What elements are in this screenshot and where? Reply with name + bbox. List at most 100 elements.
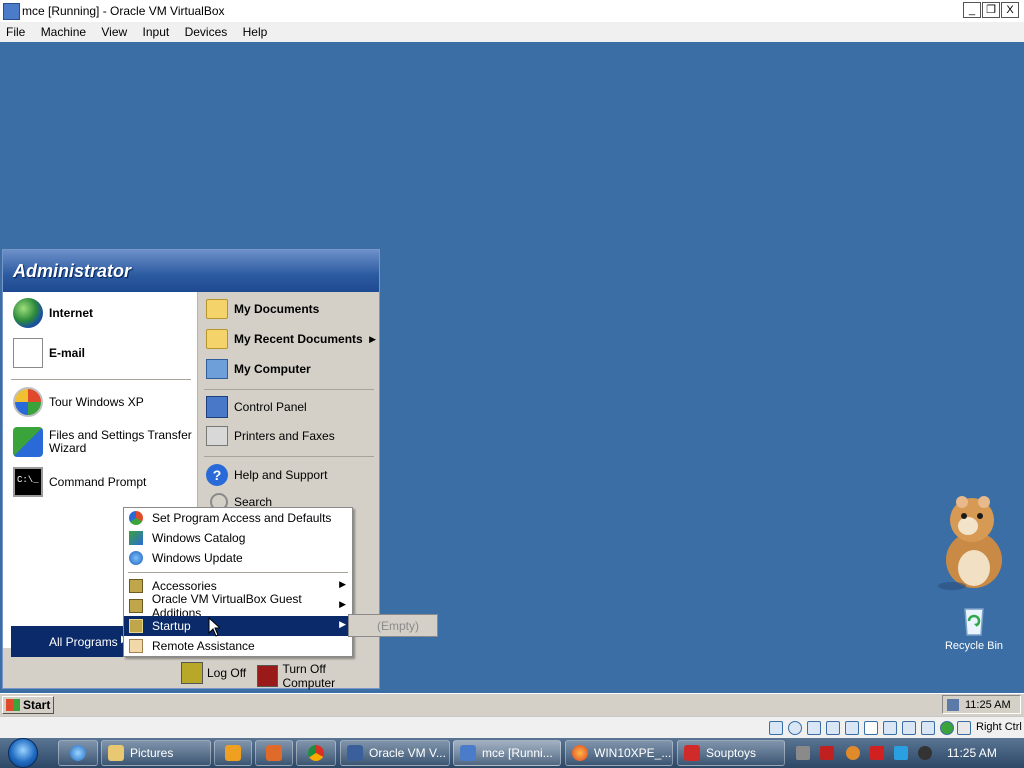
virtualbox-icon <box>347 745 363 761</box>
windows-start-orb[interactable] <box>8 738 44 768</box>
tray-checkmark-icon[interactable] <box>820 746 834 760</box>
start-item-internet-label: Internet <box>49 306 94 320</box>
guest-clock: 11:25 AM <box>965 698 1011 711</box>
taskbar-souptoys-button[interactable]: Souptoys <box>677 740 785 766</box>
start-item-my-recent-documents[interactable]: My Recent Documents ▶ <box>206 329 378 349</box>
recording-icon[interactable] <box>902 721 916 735</box>
control-panel-icon <box>206 396 228 418</box>
audio-icon[interactable] <box>807 721 821 735</box>
right-pane-separator-2 <box>204 456 374 457</box>
network-icon[interactable] <box>947 698 959 711</box>
taskbar-button-label: Pictures <box>130 746 174 760</box>
shared-folders-icon[interactable] <box>864 721 878 735</box>
taskbar-paint-button[interactable] <box>255 740 293 766</box>
vbox-titlebar: mce [Running] - Oracle VM VirtualBox _ ❐… <box>0 0 1024 23</box>
guest-additions-icon[interactable] <box>940 721 954 735</box>
menu-devices[interactable]: Devices <box>179 22 234 40</box>
guest-taskbar: Start 11:25 AM <box>0 693 1024 716</box>
taskbar-virtualbox-button[interactable]: Oracle VM V... <box>340 740 450 766</box>
start-item-tour[interactable]: Tour Windows XP <box>13 387 144 417</box>
vbox-statusbar: Right Ctrl <box>0 716 1024 738</box>
minimize-button[interactable]: _ <box>963 2 981 18</box>
usb-icon[interactable] <box>845 721 859 735</box>
windows-catalog-icon <box>129 531 143 545</box>
start-item-tour-label: Tour Windows XP <box>49 395 144 409</box>
taskbar-firefox-button[interactable]: WIN10XPE_... <box>565 740 673 766</box>
program-access-icon <box>129 511 143 525</box>
hard-disk-icon[interactable] <box>769 721 783 735</box>
hamster-desktop-pet[interactable] <box>932 490 1016 592</box>
tray-flag-icon[interactable] <box>870 746 884 760</box>
windows-update-icon <box>129 551 143 565</box>
taskbar-chrome-button[interactable] <box>296 740 336 766</box>
start-item-command-prompt[interactable]: C:\_ Command Prompt <box>13 467 146 497</box>
tray-app-icon[interactable] <box>796 746 810 760</box>
recycle-bin-icon[interactable] <box>957 603 991 637</box>
program-label: Windows Update <box>152 551 243 565</box>
window-title: mce [Running] - Oracle VM VirtualBox <box>22 4 225 18</box>
tray-search-icon[interactable] <box>846 746 860 760</box>
windows-flag-icon <box>6 699 20 711</box>
command-prompt-icon: C:\_ <box>13 467 43 497</box>
programs-separator <box>128 572 348 573</box>
submenu-arrow-icon: ▶ <box>369 333 376 344</box>
optical-drive-icon[interactable] <box>788 721 802 735</box>
start-item-printers[interactable]: Printers and Faxes <box>206 426 335 446</box>
start-item-help[interactable]: ? Help and Support <box>206 464 327 486</box>
close-button[interactable]: X <box>1001 2 1019 18</box>
virtualbox-app-icon <box>3 3 20 20</box>
my-documents-icon <box>206 299 228 319</box>
start-button[interactable]: Start <box>2 696 54 714</box>
program-label: Accessories <box>152 579 217 593</box>
menu-machine[interactable]: Machine <box>35 22 92 40</box>
start-label: Start <box>23 698 51 712</box>
transfer-wizard-icon <box>13 427 43 457</box>
all-programs-button[interactable]: All Programs ▶ <box>11 626 129 657</box>
mouse-cursor-icon <box>208 617 220 637</box>
network-adapter-icon[interactable] <box>826 721 840 735</box>
start-item-internet[interactable]: Internet <box>13 298 93 328</box>
log-off-button[interactable]: Log Off <box>181 662 246 684</box>
power-icon <box>257 665 279 687</box>
menu-help[interactable]: Help <box>237 22 274 40</box>
taskbar-pictures-button[interactable]: Pictures <box>101 740 211 766</box>
taskbar-ie-button[interactable] <box>58 740 98 766</box>
program-windows-catalog[interactable]: Windows Catalog <box>124 528 352 548</box>
program-label: Startup <box>152 619 191 633</box>
submenu-arrow-icon: ▶ <box>339 579 346 589</box>
menu-input[interactable]: Input <box>137 22 176 40</box>
taskbar-button-label: mce [Runni... <box>482 746 553 760</box>
start-item-email[interactable]: E-mail <box>13 338 85 368</box>
tray-monitor-icon[interactable] <box>894 746 908 760</box>
programs-submenu: Set Program Access and Defaults Windows … <box>123 507 353 657</box>
host-clock[interactable]: 11:25 AM <box>947 746 997 760</box>
mouse-integration-icon[interactable] <box>957 721 971 735</box>
program-set-access[interactable]: Set Program Access and Defaults <box>124 508 352 528</box>
tray-volume-icon[interactable] <box>918 746 932 760</box>
start-item-my-documents[interactable]: My Documents <box>206 299 319 319</box>
taskbar-media-button[interactable] <box>214 740 252 766</box>
cpu-icon[interactable] <box>921 721 935 735</box>
souptoys-icon <box>684 745 700 761</box>
chrome-icon <box>308 745 324 761</box>
menu-view[interactable]: View <box>95 22 133 40</box>
program-windows-update[interactable]: Windows Update <box>124 548 352 568</box>
program-remote-assistance[interactable]: Remote Assistance <box>124 636 352 656</box>
program-vbox-guest-additions[interactable]: Oracle VM VirtualBox Guest Additions ▶ <box>124 592 352 620</box>
restore-button[interactable]: ❐ <box>982 2 1000 18</box>
turn-off-button[interactable]: Turn Off Computer <box>257 662 379 690</box>
key-icon <box>181 662 203 684</box>
start-item-my-computer[interactable]: My Computer <box>206 359 311 379</box>
start-item-control-panel[interactable]: Control Panel <box>206 396 307 418</box>
start-item-transfer-wizard[interactable]: Files and Settings Transfer Wizard <box>13 427 193 457</box>
startup-submenu: (Empty) <box>348 614 438 637</box>
taskbar-vm-window-button[interactable]: mce [Runni... <box>453 740 561 766</box>
startup-empty-label: (Empty) <box>377 619 419 633</box>
help-label: Help and Support <box>234 468 328 482</box>
display-icon[interactable] <box>883 721 897 735</box>
vbox-menubar: File Machine View Input Devices Help <box>0 22 1024 43</box>
program-label: Set Program Access and Defaults <box>152 511 332 525</box>
internet-explorer-icon <box>70 745 86 761</box>
menu-file[interactable]: File <box>0 22 31 40</box>
program-startup[interactable]: Startup ▶ <box>124 616 352 636</box>
